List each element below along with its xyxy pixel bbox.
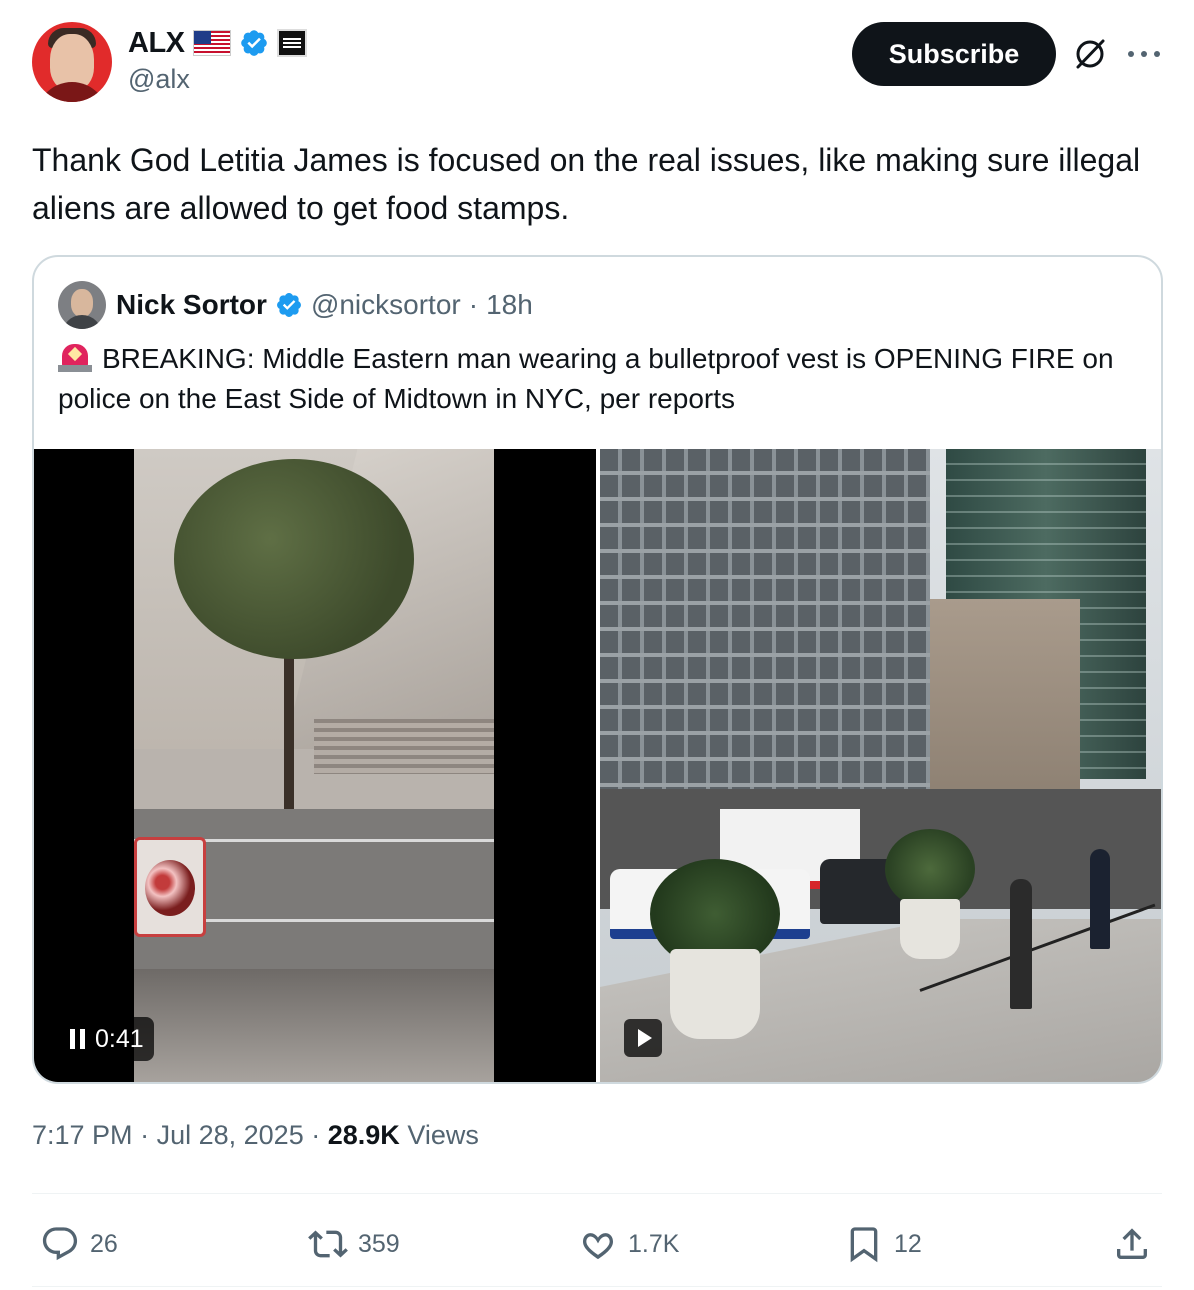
- author-handle[interactable]: @alx: [128, 64, 190, 95]
- quote-age[interactable]: 18h: [486, 289, 533, 321]
- quote-text: BREAKING: Middle Eastern man wearing a b…: [58, 343, 1114, 414]
- bookmark-count: 12: [894, 1229, 922, 1258]
- reply-icon: [42, 1227, 78, 1261]
- verified-badge-icon: [276, 293, 301, 317]
- quote-media-grid: 0:41: [34, 449, 1161, 1082]
- meta-separator: ·: [311, 1120, 321, 1150]
- share-icon: [1117, 1228, 1147, 1259]
- bookmark-button[interactable]: 12: [844, 1222, 922, 1266]
- bookmark-icon: [850, 1227, 878, 1263]
- play-icon[interactable]: [624, 1019, 662, 1057]
- subscribe-button[interactable]: Subscribe: [852, 22, 1056, 86]
- reply-count: 26: [90, 1229, 118, 1258]
- video-left[interactable]: 0:41: [34, 449, 596, 1082]
- quote-author-row: Nick Sortor @nicksortor · 18h: [116, 287, 533, 323]
- divider: [32, 1193, 1162, 1194]
- tweet-time[interactable]: 7:17 PM: [32, 1120, 133, 1150]
- quote-text-block: BREAKING: Middle Eastern man wearing a b…: [58, 339, 1138, 419]
- tweet-meta-line: 7:17 PM · Jul 28, 2025 · 28.9K Views: [32, 1120, 479, 1151]
- author-display-name[interactable]: ALX: [128, 27, 185, 60]
- like-count: 1.7K: [628, 1229, 680, 1258]
- author-name-row: ALX: [128, 26, 307, 60]
- share-button[interactable]: [1112, 1222, 1152, 1266]
- pause-icon[interactable]: [70, 1029, 85, 1049]
- affiliation-badge-icon[interactable]: [276, 29, 307, 57]
- like-button[interactable]: 1.7K: [578, 1222, 679, 1266]
- reply-button[interactable]: 26: [40, 1222, 118, 1266]
- views-count: 28.9K: [327, 1120, 400, 1150]
- meta-separator: ·: [140, 1120, 150, 1150]
- video-duration-badge[interactable]: 0:41: [60, 1017, 154, 1061]
- quote-author-handle: @nicksortor: [310, 289, 461, 320]
- video-duration: 0:41: [95, 1024, 144, 1053]
- quote-author-name[interactable]: Nick Sortor: [116, 289, 267, 321]
- author-avatar[interactable]: [32, 22, 112, 102]
- tweet-text: Thank God Letitia James is focused on th…: [32, 142, 1141, 226]
- more-options-icon[interactable]: [1124, 36, 1164, 72]
- police-siren-icon: [58, 342, 92, 372]
- heart-icon: [583, 1233, 613, 1260]
- quote-separator: ·: [468, 289, 479, 320]
- us-flag-icon: [192, 30, 231, 56]
- verified-badge-icon[interactable]: [239, 28, 269, 58]
- avatar-body: [36, 82, 108, 102]
- repost-icon: [308, 1230, 348, 1258]
- quoted-tweet-card[interactable]: Nick Sortor @nicksortor · 18h BREAKING: …: [32, 255, 1163, 1084]
- views-label: Views: [407, 1120, 479, 1150]
- quote-author-avatar[interactable]: [58, 281, 106, 329]
- grok-icon[interactable]: [1072, 36, 1108, 72]
- divider: [32, 1286, 1162, 1287]
- repost-button[interactable]: 359: [308, 1222, 400, 1266]
- video-left-frame: [134, 449, 494, 1082]
- tweet-date[interactable]: Jul 28, 2025: [157, 1120, 304, 1150]
- repost-count: 359: [358, 1229, 400, 1258]
- video-right[interactable]: [600, 449, 1161, 1082]
